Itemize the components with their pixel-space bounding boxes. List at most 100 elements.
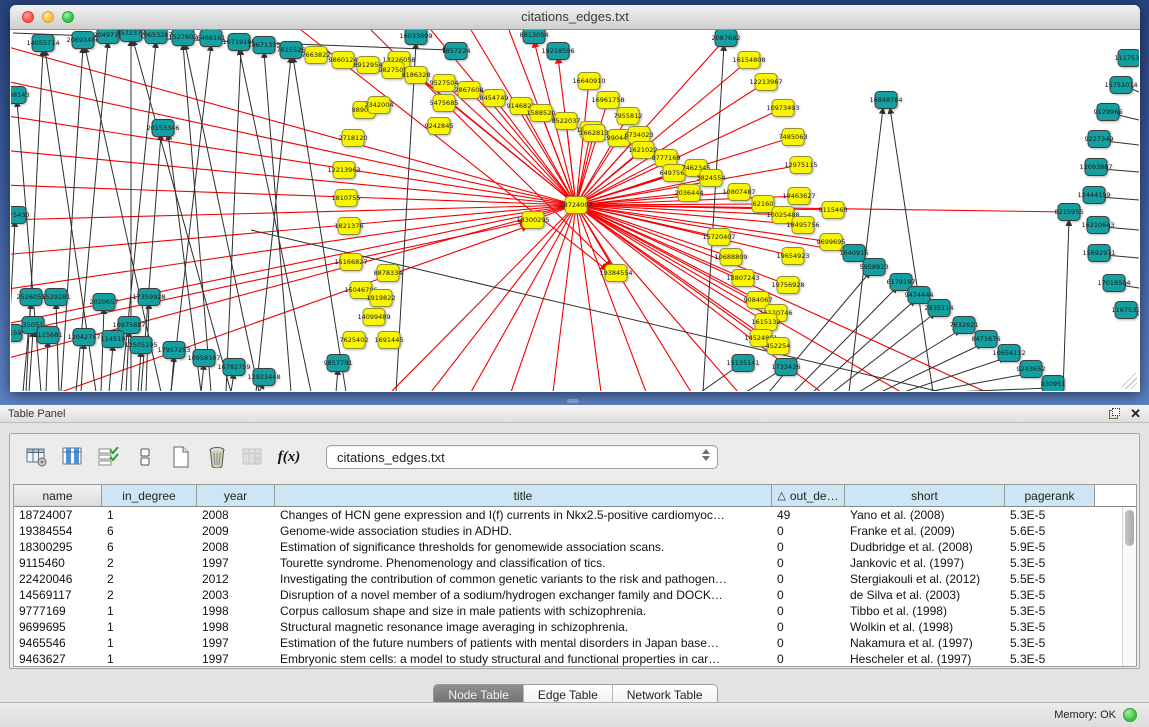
- graph-node[interactable]: 9115460: [819, 202, 848, 219]
- graph-node[interactable]: 9129966: [1094, 104, 1123, 121]
- graph-node[interactable]: 15135141: [726, 355, 759, 372]
- column-header-year[interactable]: year: [197, 485, 275, 506]
- table-cell[interactable]: 9463627: [14, 651, 102, 667]
- column-header-title[interactable]: title: [275, 485, 772, 506]
- graph-node[interactable]: 1919822: [367, 290, 396, 307]
- table-cell[interactable]: Investigating the contribution of common…: [275, 571, 772, 587]
- graph-node[interactable]: 16848784: [869, 92, 902, 109]
- table-row[interactable]: 946362711997Embryonic stem cells: a mode…: [14, 651, 1136, 667]
- table-cell[interactable]: 1: [102, 507, 197, 523]
- table-cell[interactable]: Structural magnetic resonance image aver…: [275, 619, 772, 635]
- graph-node[interactable]: 1615132: [752, 314, 781, 331]
- table-cell[interactable]: 0: [772, 555, 845, 571]
- table-row[interactable]: 977716911998Corpus callosum shape and si…: [14, 603, 1136, 619]
- graph-node[interactable]: 19218506: [541, 43, 574, 60]
- graph-node[interactable]: 12444159: [1077, 187, 1110, 204]
- graph-node[interactable]: 16210643: [1081, 217, 1114, 234]
- table-cell[interactable]: 49: [772, 507, 845, 523]
- table-row[interactable]: 1456911722003Disruption of a novel membe…: [14, 587, 1136, 603]
- table-cell[interactable]: 1: [102, 619, 197, 635]
- graph-node[interactable]: 2718120: [339, 130, 368, 147]
- table-cell[interactable]: 2: [102, 571, 197, 587]
- graph-node[interactable]: 15751074: [1104, 77, 1137, 94]
- close-panel-icon[interactable]: ✕: [1130, 408, 1141, 419]
- graph-node[interactable]: 6734023: [625, 127, 654, 144]
- table-cell[interactable]: 6: [102, 523, 197, 539]
- table-cell[interactable]: Changes of HCN gene expression and I(f) …: [275, 507, 772, 523]
- graph-node[interactable]: 15692971: [1082, 245, 1115, 262]
- new-file-icon[interactable]: [168, 444, 194, 470]
- graph-node[interactable]: 12042757: [67, 329, 100, 346]
- graph-node[interactable]: 16033809: [399, 30, 432, 45]
- graph-node[interactable]: 10688809: [714, 249, 747, 266]
- graph-node[interactable]: 12975115: [784, 157, 817, 174]
- table-cell[interactable]: 1: [102, 603, 197, 619]
- graph-node[interactable]: 1167533: [1112, 302, 1139, 319]
- graph-node[interactable]: 8186328: [402, 67, 431, 84]
- graph-node[interactable]: 9857791: [324, 355, 353, 372]
- table-cell[interactable]: 18724007: [14, 507, 102, 523]
- graph-node[interactable]: 12923448: [247, 369, 280, 386]
- graph-node[interactable]: 14055714: [26, 35, 59, 52]
- table-cell[interactable]: Stergiakouli et al. (2012): [845, 571, 1005, 587]
- table-cell[interactable]: 9777169: [14, 603, 102, 619]
- graph-node[interactable]: 1662813: [580, 125, 609, 142]
- function-builder-icon[interactable]: f(x): [276, 444, 302, 470]
- scrollbar-thumb[interactable]: [1125, 510, 1134, 546]
- graph-node[interactable]: 3824554: [697, 170, 726, 187]
- graph-node[interactable]: 1733426: [772, 359, 801, 376]
- graph-node[interactable]: 9699695: [817, 234, 846, 251]
- table-cell[interactable]: Corpus callosum shape and size in male p…: [275, 603, 772, 619]
- table-cell[interactable]: 5.3E-5: [1005, 619, 1095, 635]
- graph-node[interactable]: 9243652: [1017, 361, 1046, 378]
- table-cell[interactable]: Estimation of the future numbers of pati…: [275, 635, 772, 651]
- table-cell[interactable]: 5.3E-5: [1005, 603, 1095, 619]
- table-cell[interactable]: 14569117: [14, 587, 102, 603]
- graph-node[interactable]: 1698143: [11, 87, 29, 104]
- graph-node[interactable]: 1529281: [42, 289, 71, 306]
- table-cell[interactable]: 5.3E-5: [1005, 651, 1095, 667]
- table-cell[interactable]: 5.3E-5: [1005, 507, 1095, 523]
- graph-node[interactable]: 7632621: [950, 317, 979, 334]
- graph-node[interactable]: 10958107: [187, 350, 220, 367]
- table-cell[interactable]: 1997: [197, 651, 275, 667]
- table-cell[interactable]: 5.5E-5: [1005, 571, 1095, 587]
- graph-node[interactable]: 12093887: [1079, 159, 1112, 176]
- graph-node[interactable]: 16961758: [591, 92, 624, 109]
- table-row[interactable]: 1872400712008Changes of HCN gene express…: [14, 507, 1136, 523]
- table-cell[interactable]: 0: [772, 651, 845, 667]
- graph-node[interactable]: 19756928: [771, 277, 804, 294]
- graph-node[interactable]: 9227349: [1085, 131, 1114, 148]
- table-cell[interactable]: Nakamura et al. (1997): [845, 635, 1005, 651]
- graph-node[interactable]: 5958923: [860, 259, 889, 276]
- table-cell[interactable]: Tibbo et al. (1998): [845, 603, 1005, 619]
- graph-node[interactable]: 8471676: [972, 331, 1001, 348]
- graph-node[interactable]: 1810755: [332, 190, 361, 207]
- table-cell[interactable]: 0: [772, 635, 845, 651]
- graph-node[interactable]: 7485063: [779, 129, 808, 146]
- table-cell[interactable]: 0: [772, 587, 845, 603]
- graph-node[interactable]: 1527602: [169, 30, 198, 46]
- table-cell[interactable]: 19384554: [14, 523, 102, 539]
- graph-node[interactable]: 1640915: [840, 245, 869, 262]
- canvas-resize-grip[interactable]: [1121, 373, 1137, 389]
- delete-trash-icon[interactable]: [204, 444, 230, 470]
- table-cell[interactable]: Hescheler et al. (1997): [845, 651, 1005, 667]
- graph-node[interactable]: 9242845: [425, 118, 454, 135]
- table-cell[interactable]: 0: [772, 619, 845, 635]
- graph-node[interactable]: 2020657: [90, 294, 119, 311]
- table-cell[interactable]: 2: [102, 587, 197, 603]
- table-cell[interactable]: 1997: [197, 635, 275, 651]
- table-cell[interactable]: 1: [102, 635, 197, 651]
- table-cell[interactable]: 9465546: [14, 635, 102, 651]
- table-cell[interactable]: Jankovic et al. (1997): [845, 555, 1005, 571]
- table-cell[interactable]: 1997: [197, 555, 275, 571]
- graph-node[interactable]: 114519: [101, 331, 126, 348]
- table-row[interactable]: 1938455462009Genome-wide association stu…: [14, 523, 1136, 539]
- graph-node[interactable]: 39159: [11, 325, 22, 342]
- graph-node[interactable]: 17016504: [1097, 275, 1130, 292]
- column-header-name[interactable]: name: [14, 485, 102, 506]
- select-rows-check-icon[interactable]: [96, 444, 122, 470]
- graph-node[interactable]: 2036444: [675, 185, 704, 202]
- table-cell[interactable]: 9115460: [14, 555, 102, 571]
